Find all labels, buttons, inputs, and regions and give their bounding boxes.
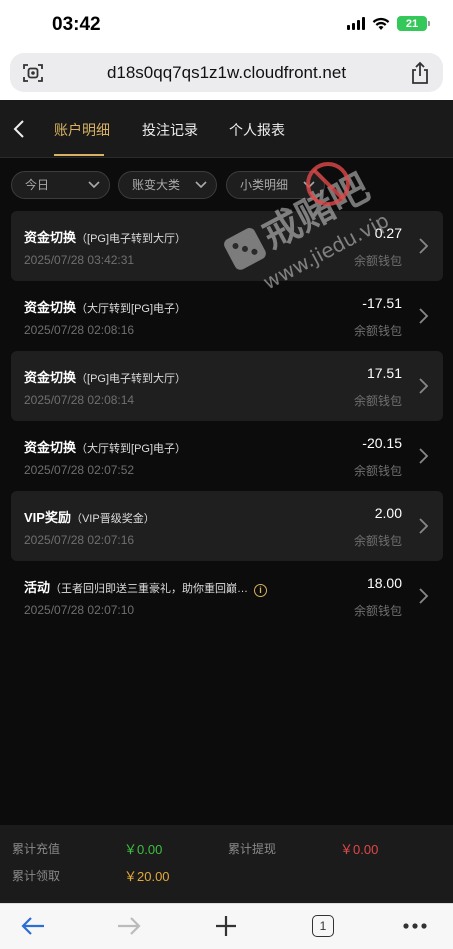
total-claim-value: ￥20.00 bbox=[124, 869, 170, 884]
status-time: 03:42 bbox=[52, 14, 101, 35]
arrow-left-icon bbox=[21, 917, 44, 935]
filter-bar: 今日 账变大类 小类明细 bbox=[0, 158, 453, 210]
record-desc: （大厅转到[PG]电子） bbox=[76, 443, 187, 455]
back-button[interactable] bbox=[18, 912, 48, 940]
chevron-down-icon bbox=[303, 181, 315, 189]
list-item[interactable]: 资金切换（大厅转到[PG]电子） 2025/07/28 02:07:52 -20… bbox=[11, 421, 443, 491]
share-icon[interactable] bbox=[409, 61, 431, 85]
record-type: 资金切换 bbox=[24, 370, 77, 385]
chevron-right-icon bbox=[419, 378, 429, 394]
date-filter-dropdown[interactable]: 今日 bbox=[11, 171, 110, 199]
record-desc: （王者回归即送三重豪礼，助你重回巅… bbox=[50, 583, 249, 595]
record-wallet: 余额钱包 bbox=[353, 534, 402, 548]
record-title-line: 资金切换（大厅转到[PG]电子） bbox=[24, 437, 186, 456]
record-time: 2025/07/28 02:08:14 bbox=[24, 393, 135, 407]
record-type: 资金切换 bbox=[24, 300, 77, 315]
chevron-right-icon bbox=[419, 518, 429, 534]
record-wallet: 余额钱包 bbox=[353, 254, 402, 268]
record-type: VIP奖励 bbox=[24, 510, 71, 525]
list-item[interactable]: 资金切换（[PG]电子转到大厅） 2025/07/28 02:08:14 17.… bbox=[11, 351, 443, 421]
chevron-down-icon bbox=[88, 181, 100, 189]
record-type: 活动 bbox=[24, 580, 51, 595]
forward-button[interactable] bbox=[114, 912, 144, 940]
total-deposit-label: 累计充值 bbox=[12, 842, 61, 856]
record-amount: 18.00 bbox=[366, 575, 402, 591]
tab-bet-records[interactable]: 投注记录 bbox=[142, 120, 198, 140]
record-amount: 0.27 bbox=[374, 225, 402, 241]
record-time: 2025/07/28 02:07:16 bbox=[24, 533, 135, 547]
app-header: 账户明细 投注记录 个人报表 bbox=[0, 100, 453, 158]
arrow-right-icon bbox=[118, 917, 141, 935]
record-title-line: 资金切换（[PG]电子转到大厅） bbox=[24, 367, 186, 386]
chevron-right-icon bbox=[419, 448, 429, 464]
active-tab-indicator bbox=[54, 154, 104, 156]
date-filter-label: 今日 bbox=[25, 178, 50, 192]
browser-address-area: d18s0qq7qs1z1w.cloudfront.net bbox=[0, 50, 453, 100]
record-desc: （[PG]电子转到大厅） bbox=[76, 373, 187, 385]
tab-account-details[interactable]: 账户明细 bbox=[54, 120, 110, 140]
chevron-right-icon bbox=[419, 308, 429, 324]
wifi-icon bbox=[372, 17, 390, 30]
record-time: 2025/07/28 03:42:31 bbox=[24, 253, 135, 267]
total-deposit-value: ￥0.00 bbox=[124, 842, 163, 857]
chevron-right-icon bbox=[419, 238, 429, 254]
list-item[interactable]: VIP奖励（VIP晋级奖金） 2025/07/28 02:07:16 2.00 … bbox=[11, 491, 443, 561]
record-title-line: 活动（王者回归即送三重豪礼，助你重回巅… i bbox=[24, 577, 268, 597]
new-tab-button[interactable] bbox=[211, 912, 241, 940]
more-icon bbox=[403, 923, 427, 929]
list-item[interactable]: 资金切换（[PG]电子转到大厅） 2025/07/28 03:42:31 0.2… bbox=[11, 211, 443, 281]
browser-toolbar: 1 bbox=[0, 903, 453, 949]
record-type: 资金切换 bbox=[24, 230, 77, 245]
chevron-right-icon bbox=[419, 588, 429, 604]
subcategory-filter-dropdown[interactable]: 小类明细 bbox=[226, 171, 325, 199]
record-time: 2025/07/28 02:07:52 bbox=[24, 463, 135, 477]
record-wallet: 余额钱包 bbox=[353, 394, 402, 408]
record-amount: -17.51 bbox=[362, 295, 402, 311]
record-time: 2025/07/28 02:07:10 bbox=[24, 603, 135, 617]
tabs-button[interactable]: 1 bbox=[308, 912, 338, 940]
record-desc: （大厅转到[PG]电子） bbox=[76, 303, 187, 315]
summary-panel: 累计充值 ￥0.00 累计提现 ￥0.00 累计领取 ￥20.00 bbox=[0, 825, 453, 903]
plus-icon bbox=[216, 916, 236, 936]
address-bar[interactable]: d18s0qq7qs1z1w.cloudfront.net bbox=[10, 53, 443, 92]
record-amount: -20.15 bbox=[362, 435, 402, 451]
record-wallet: 余额钱包 bbox=[353, 324, 402, 338]
back-arrow-icon[interactable] bbox=[10, 117, 30, 141]
record-title-line: VIP奖励（VIP晋级奖金） bbox=[24, 507, 155, 526]
record-wallet: 余额钱包 bbox=[353, 464, 402, 478]
category-filter-dropdown[interactable]: 账变大类 bbox=[118, 171, 217, 199]
list-item[interactable]: 资金切换（大厅转到[PG]电子） 2025/07/28 02:08:16 -17… bbox=[11, 281, 443, 351]
subcategory-filter-label: 小类明细 bbox=[240, 178, 289, 192]
category-filter-label: 账变大类 bbox=[132, 178, 181, 192]
signal-icon bbox=[347, 17, 365, 30]
record-amount: 17.51 bbox=[366, 365, 402, 381]
more-button[interactable] bbox=[400, 912, 430, 940]
transaction-list: 资金切换（[PG]电子转到大厅） 2025/07/28 03:42:31 0.2… bbox=[0, 210, 453, 825]
info-icon[interactable]: i bbox=[254, 584, 268, 597]
record-time: 2025/07/28 02:08:16 bbox=[24, 323, 135, 337]
tab-personal-report[interactable]: 个人报表 bbox=[229, 120, 285, 140]
record-title-line: 资金切换（大厅转到[PG]电子） bbox=[24, 297, 186, 316]
total-claim-label: 累计领取 bbox=[12, 869, 61, 883]
record-title-line: 资金切换（[PG]电子转到大厅） bbox=[24, 227, 186, 246]
record-type: 资金切换 bbox=[24, 440, 77, 455]
total-withdraw-label: 累计提现 bbox=[228, 842, 277, 856]
battery-icon: 21 bbox=[397, 16, 430, 31]
battery-level: 21 bbox=[405, 17, 419, 30]
chevron-down-icon bbox=[195, 181, 207, 189]
record-desc: （[PG]电子转到大厅） bbox=[76, 233, 187, 245]
record-amount: 2.00 bbox=[374, 505, 402, 521]
status-icons: 21 bbox=[347, 16, 430, 31]
url-text[interactable]: d18s0qq7qs1z1w.cloudfront.net bbox=[10, 63, 443, 83]
list-item[interactable]: 活动（王者回归即送三重豪礼，助你重回巅… i 2025/07/28 02:07:1… bbox=[11, 561, 443, 631]
total-withdraw-value: ￥0.00 bbox=[340, 842, 379, 857]
record-desc: （VIP晋级奖金） bbox=[70, 513, 155, 525]
status-bar: 03:42 21 bbox=[0, 0, 453, 50]
record-wallet: 余额钱包 bbox=[353, 604, 402, 618]
tab-count: 1 bbox=[312, 915, 334, 937]
